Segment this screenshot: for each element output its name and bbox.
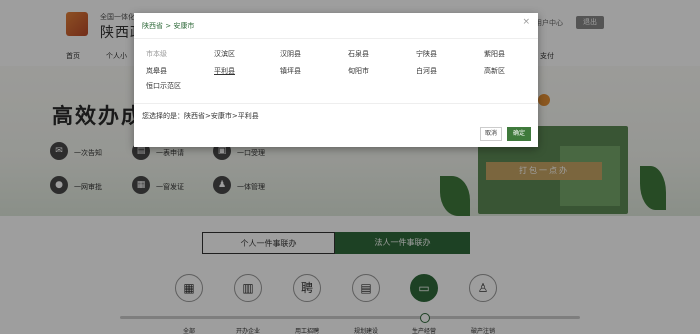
region-picker-dialog: 陕西省 > 安康市 × 市本级 汉滨区 汉阴县 石泉县 宁陕县 紫阳县 岚皋县 … <box>134 13 538 147</box>
selection-result: 您选择的是：陕西省>安康市>平利县 <box>142 111 259 121</box>
cancel-button[interactable]: 取消 <box>480 127 502 141</box>
region-option[interactable]: 镇坪县 <box>280 66 301 76</box>
region-option[interactable]: 旬阳市 <box>348 66 369 76</box>
region-option[interactable]: 市本级 <box>146 49 167 59</box>
close-icon[interactable]: × <box>522 17 530 27</box>
region-option[interactable]: 白河县 <box>416 66 437 76</box>
page: 全国一体化 陕西政 用户中心 退出 首页 个人小 支付 高效办成 ✉ 一次告知 … <box>0 0 700 334</box>
divider <box>134 103 538 104</box>
selection-result-label: 您选择的是： <box>142 112 184 120</box>
region-breadcrumb[interactable]: 陕西省 > 安康市 <box>142 21 194 31</box>
region-option[interactable]: 石泉县 <box>348 49 369 59</box>
region-option[interactable]: 宁陕县 <box>416 49 437 59</box>
confirm-button[interactable]: 确定 <box>507 127 531 141</box>
region-option[interactable]: 汉滨区 <box>214 49 235 59</box>
region-option[interactable]: 汉阴县 <box>280 49 301 59</box>
region-option[interactable]: 高新区 <box>484 66 505 76</box>
dialog-header: 陕西省 > 安康市 × <box>134 13 538 39</box>
region-option[interactable]: 岚皋县 <box>146 66 167 76</box>
selection-result-value: 陕西省>安康市>平利县 <box>184 112 259 120</box>
region-option[interactable]: 紫阳县 <box>484 49 505 59</box>
region-option[interactable]: 恒口示范区 <box>146 81 181 91</box>
region-option-selected[interactable]: 平利县 <box>214 66 235 76</box>
